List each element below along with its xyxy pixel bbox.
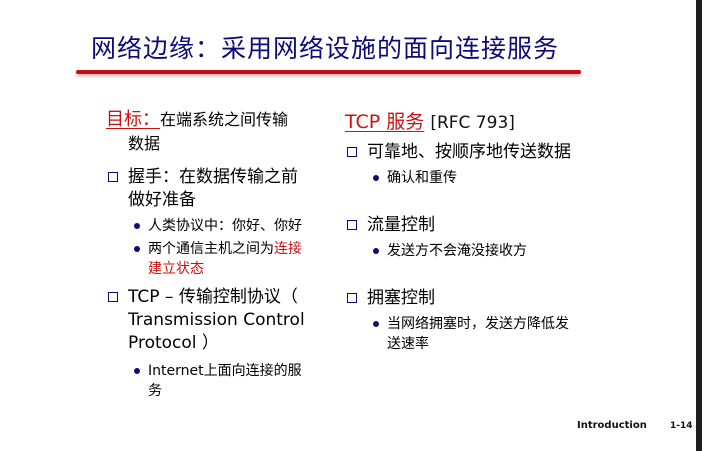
sub-bullet-connection-state: 两个通信主机之间为连接 建立状态 <box>106 239 334 279</box>
sub-bullet-internet-service: Internet上面向连接的服 务 <box>106 361 334 401</box>
square-bullet-icon <box>108 292 118 302</box>
bullet-handshake: 握手：在数据传输之前 做好准备 <box>106 166 334 212</box>
goal-text-continued: 数据 <box>128 134 161 153</box>
square-bullet-icon <box>347 220 357 230</box>
sub-bullet-text: 两个通信主机之间为 <box>148 241 274 257</box>
sub-bullet-congestion: 当网络拥塞时，发送方降低发 送速率 <box>345 314 635 354</box>
bullet-congestion-control: 拥塞控制 <box>345 287 635 310</box>
sub-bullet-text-continued: 送速率 <box>387 336 429 352</box>
square-bullet-icon <box>347 293 357 303</box>
slide-title: 网络边缘：采用网络设施的面向连接服务 <box>91 34 560 63</box>
rfc-reference: [RFC 793] <box>430 113 515 133</box>
tcp-line2: Transmission Control <box>128 310 305 330</box>
slide: 网络边缘：采用网络设施的面向连接服务 目标：在端系统之间传输 数据 握手：在数据… <box>0 0 702 451</box>
goal-label: 目标： <box>106 109 160 130</box>
bullet-flow-control: 流量控制 <box>345 214 635 237</box>
sub-bullet-flow: 发送方不会淹没接收方 <box>345 241 635 261</box>
dot-bullet-icon <box>134 368 140 374</box>
congestion-text: 拥塞控制 <box>367 288 435 308</box>
sub-bullet-text: 人类协议中：你好、你好 <box>148 218 302 234</box>
dot-bullet-icon <box>134 246 140 252</box>
tcp-service-heading: TCP 服务 [RFC 793] <box>345 108 635 137</box>
footer-page-number: 1-14 <box>670 421 693 431</box>
flow-text: 流量控制 <box>367 215 435 235</box>
tcp-line3: Protocol ） <box>128 333 219 353</box>
handshake-line1: 握手：在数据传输之前 <box>128 167 298 187</box>
tcp-line1: TCP – 传输控制协议（ <box>128 287 298 307</box>
dot-bullet-icon <box>373 248 379 254</box>
sub-bullet-ack-retransmit: 确认和重传 <box>345 168 635 188</box>
dot-bullet-icon <box>373 175 379 181</box>
sub-bullet-text: Internet上面向连接的服 <box>148 363 302 379</box>
right-column: TCP 服务 [RFC 793] 可靠地、按顺序地传送数据 确认和重传 流量控制… <box>345 108 635 354</box>
reliable-text: 可靠地、按顺序地传送数据 <box>367 142 571 162</box>
sub-bullet-text: 当网络拥塞时，发送方降低发 <box>387 316 569 332</box>
bullet-tcp: TCP – 传输控制协议（ Transmission Control Proto… <box>106 286 334 355</box>
title-underline <box>76 70 581 74</box>
square-bullet-icon <box>108 172 118 182</box>
sub-bullet-human-protocol: 人类协议中：你好、你好 <box>106 216 334 236</box>
footer-section-label: Introduction <box>577 420 647 431</box>
left-column: 目标：在端系统之间传输 数据 握手：在数据传输之前 做好准备 人类协议中：你好、… <box>106 108 334 401</box>
handshake-line2: 做好准备 <box>128 190 196 210</box>
square-bullet-icon <box>347 147 357 157</box>
sub-bullet-text: 确认和重传 <box>387 170 457 186</box>
dot-bullet-icon <box>134 223 140 229</box>
goal-line: 目标：在端系统之间传输 <box>106 108 334 132</box>
sub-bullet-red-text: 连接 <box>274 241 302 257</box>
window-edge <box>696 0 702 451</box>
dot-bullet-icon <box>373 321 379 327</box>
sub-bullet-text-continued: 务 <box>148 383 162 399</box>
tcp-service-label: TCP 服务 <box>345 111 425 133</box>
sub-bullet-text: 发送方不会淹没接收方 <box>387 243 527 259</box>
sub-bullet-red-text-continued: 建立状态 <box>148 261 204 277</box>
bullet-reliable: 可靠地、按顺序地传送数据 <box>345 141 635 164</box>
goal-text: 在端系统之间传输 <box>160 110 289 129</box>
